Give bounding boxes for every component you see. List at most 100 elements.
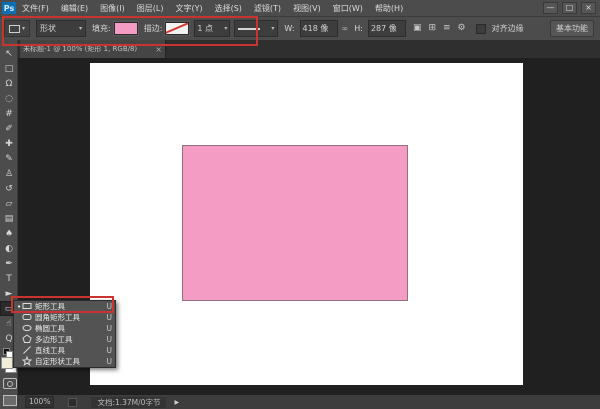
flyout-item-shortcut: U <box>107 335 113 344</box>
path-arrange-button[interactable]: ≡ <box>443 21 451 36</box>
type-tool[interactable]: T <box>0 271 18 286</box>
flyout-item-shortcut: U <box>107 357 113 366</box>
height-label: H: <box>354 24 363 33</box>
align-edges-label: 对齐边缘 <box>492 23 524 34</box>
rectangular-marquee-tool-icon: □ <box>5 64 14 74</box>
spot-healing-brush-tool[interactable]: ✚ <box>0 136 18 151</box>
align-edges-checkbox[interactable] <box>476 24 486 34</box>
brush-tool[interactable]: ✎ <box>0 151 18 166</box>
rectangular-marquee-tool[interactable]: □ <box>0 61 18 76</box>
status-bar: 100% 文档:1.37M/0字节 ▶ <box>18 395 600 409</box>
path-selection-tool[interactable]: ► <box>0 286 18 301</box>
flyout-item-line-tool[interactable]: 直线工具U <box>14 345 115 356</box>
stroke-style-picker[interactable]: ▾ <box>234 20 278 37</box>
flyout-item-custom-shape-tool[interactable]: 自定形状工具 U <box>14 356 115 367</box>
eraser-tool-icon: ▱ <box>6 199 13 209</box>
status-menu-icon[interactable] <box>68 398 77 407</box>
app-logo-text: Ps <box>4 4 14 13</box>
gradient-tool[interactable]: ▤ <box>0 211 18 226</box>
line-style-icon <box>238 28 260 30</box>
path-operations-button[interactable]: ▣ <box>413 21 422 36</box>
height-field[interactable]: 287 像 <box>368 20 406 37</box>
flyout-item-ellipse-tool[interactable]: 椭圆工具U <box>14 323 115 334</box>
hand-tool-icon: ☝ <box>6 319 11 329</box>
no-color-icon <box>165 22 189 34</box>
minimize-button-icon[interactable]: — <box>543 2 558 14</box>
width-value: 418 像 <box>303 23 329 34</box>
clone-stamp-tool[interactable]: ♙ <box>0 166 18 181</box>
width-field[interactable]: 418 像 <box>300 20 338 37</box>
move-tool-icon: ↖ <box>5 49 13 59</box>
menu-item[interactable]: 帮助(H) <box>375 3 403 14</box>
menu-item[interactable]: 图层(L) <box>137 3 164 14</box>
stroke-width-field[interactable]: 1 点 ▾ <box>194 20 230 37</box>
spot-healing-brush-tool-icon: ✚ <box>5 139 13 149</box>
history-brush-tool[interactable]: ↺ <box>0 181 18 196</box>
history-brush-tool-icon: ↺ <box>5 184 13 194</box>
quick-selection-tool-icon: ◌ <box>5 94 13 104</box>
pen-tool[interactable]: ✒ <box>0 256 18 271</box>
path-alignment-button[interactable]: ⊞ <box>428 21 436 36</box>
link-dimensions-icon[interactable]: ∞ <box>342 24 349 33</box>
lasso-tool[interactable]: Ω <box>0 76 18 91</box>
fill-label: 填充: <box>92 23 111 34</box>
menu-item[interactable]: 图像(I) <box>100 3 125 14</box>
dropdown-arrow-icon: ▾ <box>224 25 227 32</box>
menu-item[interactable]: 窗口(W) <box>333 3 363 14</box>
move-tool[interactable]: ↖ <box>0 46 18 61</box>
eyedropper-tool-icon: ✐ <box>5 124 13 134</box>
gradient-tool-icon: ▤ <box>5 214 14 224</box>
flyout-item-label: 直线工具 <box>35 345 103 356</box>
quick-selection-tool[interactable]: ◌ <box>0 91 18 106</box>
flyout-item-label: 椭圆工具 <box>35 323 103 334</box>
menu-item[interactable]: 文字(Y) <box>175 3 202 14</box>
flyout-item-label: 自定形状工具 <box>35 356 103 367</box>
status-expand-icon[interactable]: ▶ <box>174 399 179 406</box>
stroke-color-swatch[interactable] <box>165 22 189 35</box>
foreground-color-swatch[interactable] <box>1 357 13 369</box>
blur-tool[interactable]: ♠ <box>0 226 18 241</box>
workspace-switcher-button[interactable]: 基本功能 <box>550 20 594 37</box>
flyout-item-rect-tool[interactable]: •矩形工具U <box>14 301 115 312</box>
eyedropper-tool[interactable]: ✐ <box>0 121 18 136</box>
width-label: W: <box>284 24 294 33</box>
flyout-item-shortcut: U <box>107 313 113 322</box>
crop-tool-icon: # <box>5 109 13 119</box>
dropdown-arrow-icon: ▾ <box>22 25 25 32</box>
flyout-item-label: 多边形工具 <box>35 334 103 345</box>
flyout-item-label: 矩形工具 <box>35 301 103 312</box>
flyout-item-rounded-rect-tool[interactable]: 圆角矩形工具U <box>14 312 115 323</box>
screen-mode-button[interactable] <box>3 395 17 406</box>
menu-item[interactable]: 选择(S) <box>215 3 242 14</box>
menu-item[interactable]: 编辑(E) <box>61 3 88 14</box>
blur-tool-icon: ♠ <box>5 229 13 239</box>
lasso-tool-icon: Ω <box>6 79 13 89</box>
shape-tools-flyout: •矩形工具U圆角矩形工具U椭圆工具U多边形工具U直线工具U自定形状工具U <box>13 300 116 368</box>
custom-shape-icon <box>22 356 35 368</box>
quick-mask-button[interactable] <box>3 378 17 389</box>
canvas[interactable] <box>90 63 523 385</box>
fill-color-swatch[interactable] <box>114 22 138 35</box>
settings-gear-icon[interactable]: ⚙ <box>458 21 466 36</box>
close-button-icon[interactable]: × <box>581 2 596 14</box>
maximize-button-icon[interactable]: □ <box>562 2 577 14</box>
path-selection-tool-icon: ► <box>6 289 13 299</box>
eraser-tool[interactable]: ▱ <box>0 196 18 211</box>
tool-mode-select[interactable]: 形状 ▾ <box>36 20 86 37</box>
menu-items: 文件(F) 编辑(E) 图像(I) 图层(L) 文字(Y) 选择(S) 滤镜(T) 视图(V)… <box>22 3 403 14</box>
tab-close-icon[interactable]: × <box>155 45 162 54</box>
brush-tool-icon: ✎ <box>5 154 13 164</box>
document-tab[interactable]: 未标题-1 @ 100% (矩形 1, RGB/8) × <box>20 40 166 58</box>
document-info[interactable]: 文档:1.37M/0字节 <box>91 397 166 408</box>
dodge-tool[interactable]: ◐ <box>0 241 18 256</box>
crop-tool[interactable]: # <box>0 106 18 121</box>
menu-item[interactable]: 视图(V) <box>293 3 321 14</box>
zoom-level-field[interactable]: 100% <box>25 396 54 408</box>
menu-item[interactable]: 滤镜(T) <box>254 3 281 14</box>
menu-item[interactable]: 文件(F) <box>22 3 49 14</box>
tool-preset-picker[interactable]: ▾ <box>4 20 30 37</box>
pink-rectangle-shape[interactable] <box>182 145 408 301</box>
flyout-item-polygon-tool[interactable]: 多边形工具 U <box>14 334 115 345</box>
default-colors-icon[interactable] <box>3 348 13 356</box>
flyout-item-shortcut: U <box>107 302 113 311</box>
